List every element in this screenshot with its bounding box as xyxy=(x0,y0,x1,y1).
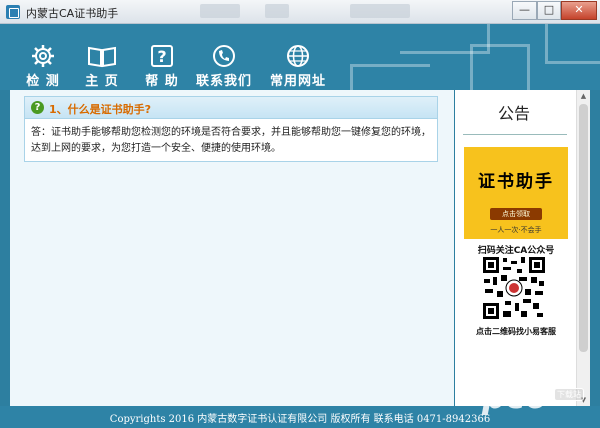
maximize-button[interactable]: □ xyxy=(537,1,561,20)
app-icon xyxy=(6,5,20,19)
toolbar-links-label: 常用网址 xyxy=(269,74,326,89)
divider xyxy=(463,134,567,135)
toolbar-contact[interactable]: 联系我们 xyxy=(192,44,256,89)
toolbar-home-label: 主 页 xyxy=(85,74,119,89)
toolbar-check[interactable]: 检 测 xyxy=(21,44,65,89)
qr-code[interactable] xyxy=(481,255,547,321)
toolbar-home[interactable]: 主 页 xyxy=(80,44,124,89)
header-toolbar: 检 测 主 页 ? 帮 助 联系我们 常用网址 xyxy=(0,24,600,90)
help-icon: ? xyxy=(151,45,173,67)
window-title: 内蒙古CA证书助手 xyxy=(26,7,119,20)
toolbar-contact-label: 联系我们 xyxy=(195,74,252,89)
promo-button: 点击领取 xyxy=(490,208,542,220)
qr-code-icon xyxy=(481,255,547,321)
toolbar-check-label: 检 测 xyxy=(26,74,60,89)
promo-banner[interactable]: 证书助手 点击领取 一人一次·不会手 xyxy=(464,147,568,239)
question-icon: ? xyxy=(31,101,44,114)
globe-icon xyxy=(287,45,309,67)
scroll-thumb[interactable] xyxy=(579,104,588,352)
announcement-title: 公告 xyxy=(497,104,530,123)
gear-icon xyxy=(32,45,54,67)
close-button[interactable]: ✕ xyxy=(561,1,597,20)
title-blur-2 xyxy=(265,4,289,18)
faq-answer: 答：证书助手能够帮助您检测您的环境是否符合要求，并且能够帮助您一键修复您的环境，… xyxy=(31,127,431,154)
promo-title: 证书助手 xyxy=(478,172,554,192)
toolbar-help[interactable]: ? 帮 助 xyxy=(140,44,184,89)
promo-subtitle: 一人一次·不会手 xyxy=(490,226,542,234)
phone-icon xyxy=(213,45,235,67)
watermark-logo: pc6 xyxy=(482,377,548,417)
faq-item: ? 1、什么是证书助手? 答：证书助手能够帮助您检测您的环境是否符合要求，并且能… xyxy=(24,96,438,162)
announcement-panel: 公告 证书助手 点击领取 一人一次·不会手 扫码关注CA公众号 点击二维码找小易… xyxy=(455,90,590,406)
title-blur-3 xyxy=(350,4,410,18)
faq-question: 1、什么是证书助手? xyxy=(49,103,152,116)
faq-header[interactable]: ? 1、什么是证书助手? xyxy=(25,97,437,119)
sidebar-scrollbar[interactable]: ▲ ▼ xyxy=(576,90,590,406)
qr-footer: 点击二维码找小易客服 xyxy=(476,327,556,336)
watermark-tag: 下载站 xyxy=(554,388,584,401)
main-content: ? 1、什么是证书助手? 答：证书助手能够帮助您检测您的环境是否符合要求，并且能… xyxy=(10,90,454,406)
toolbar-links[interactable]: 常用网址 xyxy=(266,44,330,89)
minimize-button[interactable]: — xyxy=(512,1,537,20)
svg-text:?: ? xyxy=(157,47,166,66)
header-decoration xyxy=(350,64,430,90)
toolbar-help-label: 帮 助 xyxy=(145,74,179,89)
header-decoration xyxy=(470,44,530,90)
scroll-up-arrow-icon[interactable]: ▲ xyxy=(577,90,590,102)
header-decoration xyxy=(545,24,600,64)
title-bar: 内蒙古CA证书助手 — □ ✕ xyxy=(0,0,600,24)
title-blur-1 xyxy=(200,4,240,18)
book-icon xyxy=(88,46,116,68)
